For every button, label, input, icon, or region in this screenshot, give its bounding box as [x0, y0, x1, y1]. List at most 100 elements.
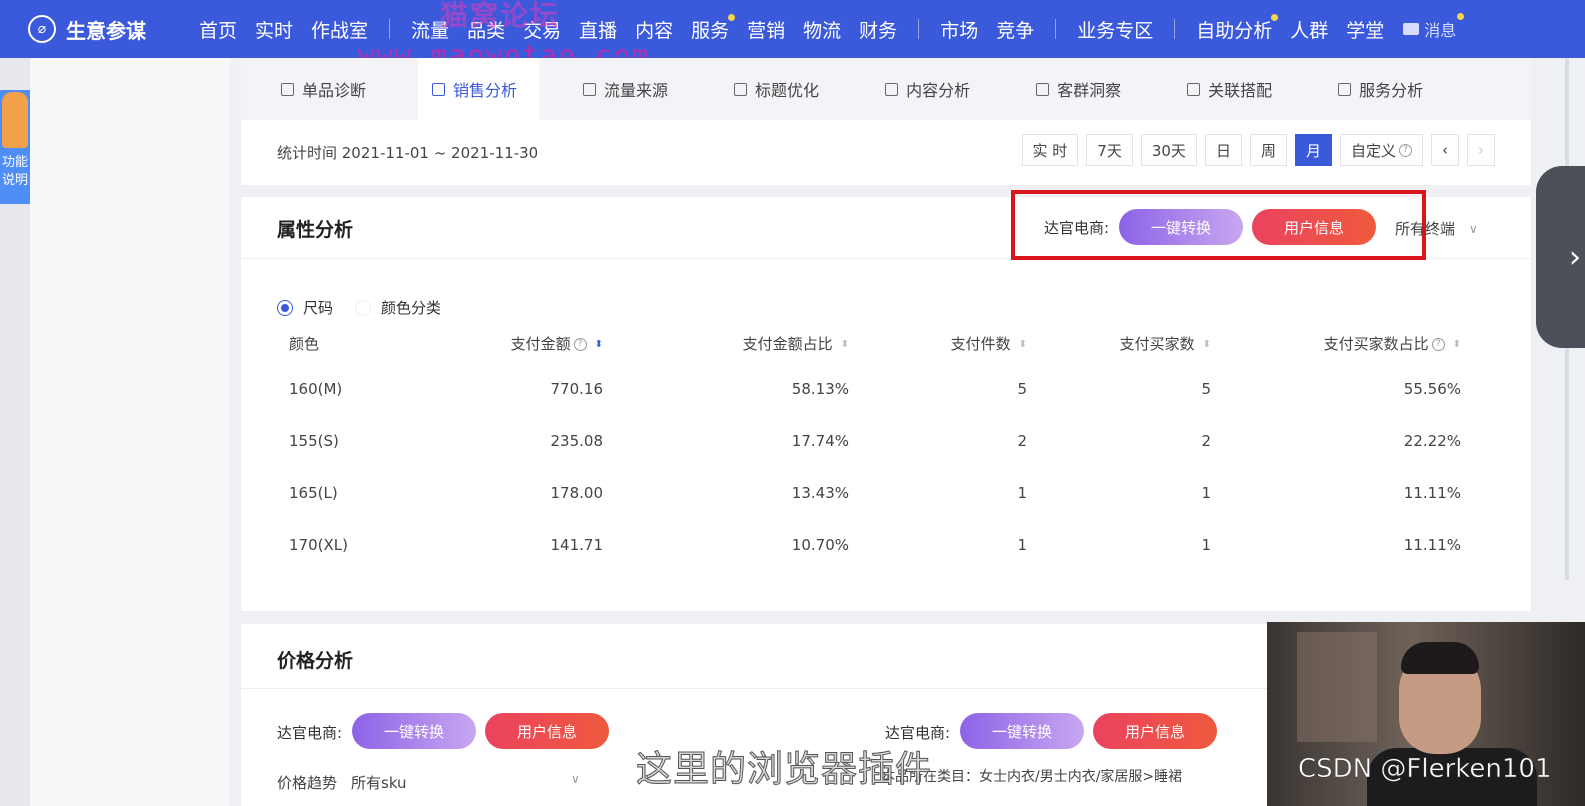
tab-bundle[interactable]: 关联搭配: [1187, 58, 1272, 120]
price-trend-label: 价格趋势: [277, 774, 338, 792]
nav-service[interactable]: 服务: [691, 13, 736, 43]
line-chart-icon: [734, 82, 748, 96]
next-button[interactable]: ›: [1467, 134, 1495, 166]
bag-icon: [432, 82, 446, 96]
notification-dot: [1457, 13, 1465, 20]
time-range-buttons: 实 时 7天 30天 日 周 月 自定义? ‹ ›: [1014, 134, 1495, 166]
sort-icon: ⬍: [1202, 338, 1211, 350]
time-btn-month[interactable]: 月: [1294, 134, 1332, 166]
col-label: 支付金额占比: [742, 334, 833, 353]
mascot-icon: [2, 92, 28, 148]
time-btn-custom[interactable]: 自定义?: [1339, 134, 1423, 166]
table-row: 165(L) 178.00 13.43% 1 1 11.11%: [289, 467, 1489, 519]
tab-label: 销售分析: [453, 81, 518, 100]
radio-color[interactable]: 颜色分类: [355, 297, 441, 318]
cell-buyers: 2: [1201, 432, 1211, 450]
time-btn-7d[interactable]: 7天: [1086, 134, 1133, 166]
tab-customer-insight[interactable]: 客群洞察: [1036, 58, 1121, 120]
brand[interactable]: ⌀ 生意参谋: [28, 15, 178, 44]
user-info-button[interactable]: 用户信息: [1252, 209, 1376, 245]
sort-icon: ⬍: [1018, 338, 1027, 350]
side-panel-toggle[interactable]: ›: [1536, 166, 1585, 348]
tab-traffic-source[interactable]: 流量来源: [583, 58, 668, 120]
col-header-sortable[interactable]: 支付买家数占比? ⬍: [1211, 333, 1461, 354]
time-btn-realtime[interactable]: 实 时: [1021, 134, 1079, 166]
nav-logistics[interactable]: 物流: [803, 16, 841, 43]
help-icon: ?: [1399, 143, 1412, 157]
convert-button[interactable]: 一键转换: [1119, 209, 1243, 245]
radio-checked-icon: [277, 299, 293, 316]
chevron-left-icon: ‹: [1442, 141, 1448, 159]
nav-academy[interactable]: 学堂: [1346, 16, 1384, 43]
sku-select-value: 所有sku: [351, 774, 407, 792]
cell-buyers: 1: [1201, 536, 1211, 554]
radio-label: 尺码: [303, 299, 334, 317]
tab-label: 流量来源: [604, 81, 669, 100]
nav-messages[interactable]: 消息: [1403, 13, 1465, 41]
user-info-button[interactable]: 用户信息: [485, 713, 609, 749]
convert-button[interactable]: 一键转换: [352, 713, 476, 749]
col-header-sortable[interactable]: 支付买家数 ⬍: [1027, 333, 1211, 354]
nav-service-label: 服务: [691, 19, 730, 42]
nav-crowd[interactable]: 人群: [1290, 16, 1328, 43]
table-row: 155(S) 235.08 17.74% 2 2 22.22%: [289, 415, 1489, 467]
col-header-sortable[interactable]: 支付金额? ⬍: [409, 333, 603, 354]
tab-item-diagnosis[interactable]: 单品诊断: [281, 58, 366, 120]
nav-market[interactable]: 市场: [940, 16, 978, 43]
top-nav: ⌀ 生意参谋 首页 实时 作战室 流量 品类 交易 直播 内容 服务 营销 物流…: [0, 0, 1585, 58]
cell-items: 5: [1017, 380, 1027, 398]
table-row: 160(M) 770.16 58.13% 5 5 55.56%: [289, 363, 1489, 415]
nav-warroom[interactable]: 作战室: [311, 16, 368, 43]
nav-live[interactable]: 直播: [579, 16, 617, 43]
chevron-right-icon: ›: [1478, 141, 1484, 159]
time-btn-30d[interactable]: 30天: [1140, 134, 1197, 166]
help-icon: ?: [1431, 337, 1445, 351]
tab-label: 内容分析: [906, 81, 971, 100]
cell-amount-ratio: 58.13%: [791, 380, 849, 398]
nav-realtime[interactable]: 实时: [255, 16, 293, 43]
nav-self-analysis-label: 自助分析: [1196, 19, 1273, 42]
nav-self-analysis[interactable]: 自助分析: [1196, 13, 1279, 43]
analysis-tabs-card: 单品诊断 销售分析 流量来源 标题优化 内容分析 客群洞察 关联搭配 服务分析 …: [241, 58, 1531, 185]
cell-buyers: 1: [1201, 484, 1211, 502]
radio-size[interactable]: 尺码: [277, 297, 333, 318]
cell-amount: 178.00: [550, 484, 604, 502]
cell-size: 160(M): [289, 380, 343, 398]
nav-competition[interactable]: 竞争: [996, 16, 1034, 43]
nav-marketing[interactable]: 营销: [747, 16, 785, 43]
nav-items: 首页 实时 作战室 流量 品类 交易 直播 内容 服务 营销 物流 财务 市场 …: [190, 13, 1465, 43]
nav-divider: [1174, 19, 1176, 39]
cell-amount-ratio: 13.43%: [791, 484, 849, 502]
tab-title-optimize[interactable]: 标题优化: [734, 58, 819, 120]
cell-items: 1: [1017, 484, 1027, 502]
col-label: 支付金额: [510, 334, 571, 353]
tab-service-analysis[interactable]: 服务分析: [1338, 58, 1423, 120]
col-label: 支付买家数: [1119, 334, 1195, 353]
table-row: 170(XL) 141.71 10.70% 1 1 11.11%: [289, 519, 1489, 571]
cell-amount-ratio: 17.74%: [791, 432, 849, 450]
divider: [241, 688, 1267, 689]
nav-finance[interactable]: 财务: [859, 16, 897, 43]
tab-sales-analysis[interactable]: 销售分析: [418, 58, 540, 120]
chevron-down-icon: ∨: [571, 772, 580, 786]
col-header-sortable[interactable]: 支付金额占比 ⬍: [603, 333, 849, 354]
convert-button[interactable]: 一键转换: [960, 713, 1084, 749]
chevron-down-icon: ∨: [1469, 221, 1478, 236]
bag-icon: [281, 82, 294, 96]
nav-messages-label: 消息: [1424, 21, 1457, 40]
chevron-right-icon: ›: [1569, 239, 1581, 275]
attribute-analysis-card: 属性分析 达官电商: 一键转换 用户信息 所有终端 ∨ 尺码 颜色分类 颜色 支付…: [241, 190, 1531, 611]
tab-content-analysis[interactable]: 内容分析: [885, 58, 970, 120]
cell-items: 2: [1017, 432, 1027, 450]
time-btn-day[interactable]: 日: [1204, 134, 1242, 166]
time-btn-week[interactable]: 周: [1249, 134, 1287, 166]
nav-home[interactable]: 首页: [199, 16, 237, 43]
col-header-sortable[interactable]: 支付件数 ⬍: [849, 333, 1027, 354]
section-title: 价格分析: [277, 650, 354, 672]
user-info-button[interactable]: 用户信息: [1093, 713, 1217, 749]
sku-select[interactable]: 所有sku: [351, 772, 571, 793]
terminal-select[interactable]: 所有终端 ∨: [1395, 218, 1478, 239]
nav-business-zone[interactable]: 业务专区: [1077, 16, 1153, 43]
nav-content[interactable]: 内容: [635, 16, 673, 43]
prev-button[interactable]: ‹: [1431, 134, 1459, 166]
